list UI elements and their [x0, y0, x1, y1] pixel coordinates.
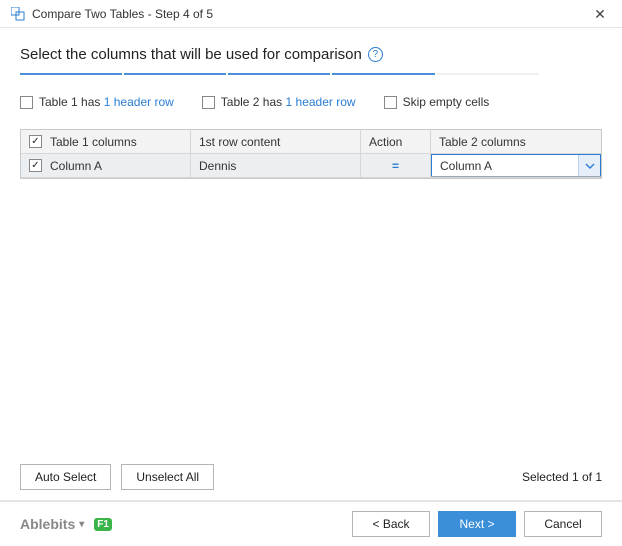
- app-icon: [10, 6, 26, 22]
- col-header-table1[interactable]: Table 1 columns: [21, 130, 191, 154]
- checkbox-icon[interactable]: [384, 96, 397, 109]
- header-row-link-2[interactable]: 1 header row: [286, 95, 356, 109]
- opt-label: Table 1 has 1 header row: [39, 95, 174, 109]
- close-icon[interactable]: ✕: [588, 2, 612, 26]
- columns-table: Table 1 columns 1st row content Action T…: [20, 129, 602, 179]
- opt-label: Skip empty cells: [403, 95, 490, 109]
- opt-table1-header[interactable]: Table 1 has 1 header row: [20, 95, 174, 109]
- dropdown-option-none[interactable]: - None -: [432, 177, 600, 178]
- cell-table1-col[interactable]: Column A: [21, 154, 191, 178]
- help-icon[interactable]: ?: [368, 47, 383, 62]
- cell-action[interactable]: =: [361, 154, 431, 178]
- step-1: [20, 73, 122, 75]
- header-row-link-1[interactable]: 1 header row: [104, 95, 174, 109]
- back-button[interactable]: < Back: [352, 511, 430, 537]
- step-5: [437, 73, 539, 75]
- opt-skip-empty[interactable]: Skip empty cells: [384, 95, 490, 109]
- lower-controls: Auto Select Unselect All Selected 1 of 1: [20, 464, 602, 490]
- checkbox-icon[interactable]: [202, 96, 215, 109]
- dropdown-list: - None - Column A: [431, 176, 601, 178]
- next-button[interactable]: Next >: [438, 511, 516, 537]
- titlebar: Compare Two Tables - Step 4 of 5 ✕: [0, 0, 622, 28]
- checkbox-icon[interactable]: [20, 96, 33, 109]
- step-progress: [20, 73, 602, 75]
- step-3: [228, 73, 330, 75]
- table-row: Column A Dennis = Column A - None - Colu…: [21, 154, 601, 178]
- heading-text: Select the columns that will be used for…: [20, 46, 362, 63]
- cell-firstrow: Dennis: [191, 154, 361, 178]
- auto-select-button[interactable]: Auto Select: [20, 464, 111, 490]
- checkbox-icon[interactable]: [29, 159, 42, 172]
- footer: Ablebits ▾ F1 < Back Next > Cancel: [0, 500, 622, 546]
- col-header-table2: Table 2 columns: [431, 130, 601, 154]
- table-header: Table 1 columns 1st row content Action T…: [21, 130, 601, 154]
- col-header-action: Action: [361, 130, 431, 154]
- chevron-down-icon[interactable]: [578, 155, 600, 176]
- opt-label: Table 2 has 1 header row: [221, 95, 356, 109]
- options-row: Table 1 has 1 header row Table 2 has 1 h…: [20, 95, 602, 109]
- window-title: Compare Two Tables - Step 4 of 5: [32, 7, 588, 21]
- selection-status: Selected 1 of 1: [522, 470, 602, 484]
- page-heading: Select the columns that will be used for…: [20, 46, 602, 63]
- step-2: [124, 73, 226, 75]
- checkbox-icon[interactable]: [29, 135, 42, 148]
- help-badge[interactable]: F1: [94, 518, 112, 531]
- brand[interactable]: Ablebits ▾ F1: [20, 516, 112, 532]
- table2-column-dropdown[interactable]: Column A - None - Column A: [431, 154, 601, 177]
- brand-name: Ablebits: [20, 516, 75, 532]
- dropdown-value: Column A: [432, 159, 578, 173]
- cancel-button[interactable]: Cancel: [524, 511, 602, 537]
- equals-icon: =: [392, 159, 399, 173]
- chevron-down-icon: ▾: [79, 519, 84, 530]
- cell-table2-col[interactable]: Column A - None - Column A: [431, 154, 601, 178]
- opt-table2-header[interactable]: Table 2 has 1 header row: [202, 95, 356, 109]
- content-area: Select the columns that will be used for…: [0, 28, 622, 500]
- unselect-all-button[interactable]: Unselect All: [121, 464, 214, 490]
- col-header-firstrow: 1st row content: [191, 130, 361, 154]
- step-4: [332, 73, 434, 75]
